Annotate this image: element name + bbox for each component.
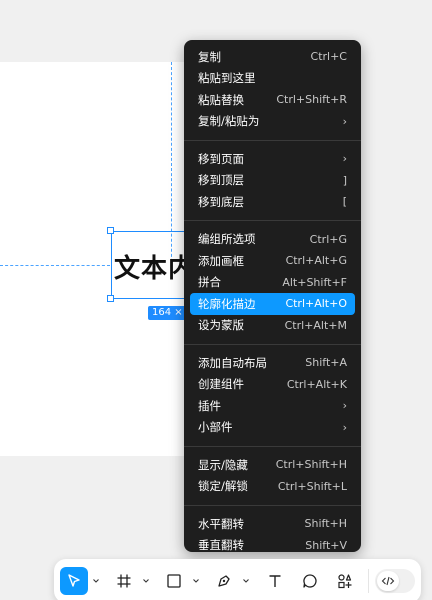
code-icon [377,571,399,591]
menu-item-shortcut: Alt+Shift+F [282,275,347,289]
menu-item-shortcut: Shift+V [305,538,347,552]
bottom-toolbar [54,559,421,600]
menu-item-shortcut: Ctrl+C [310,50,347,64]
text-tool-button[interactable] [261,567,289,595]
menu-item-shortcut: Shift+H [304,517,348,531]
shape-tool-button[interactable] [160,567,188,595]
menu-item-label: 垂直翻转 [198,538,244,553]
menu-item[interactable]: 小部件 › [190,417,355,439]
menu-item-label: 拼合 [198,275,221,290]
menu-item-shortcut: Ctrl+Alt+O [285,297,347,311]
frame-tool-button[interactable] [110,567,138,595]
menu-item[interactable]: 粘贴到这里 [190,68,355,90]
menu-item[interactable]: 移到底层 [ [190,191,355,213]
dev-mode-toggle[interactable] [375,569,415,593]
selected-text-layer[interactable]: 文本内容 [111,231,191,299]
menu-separator [184,445,361,447]
menu-item-label: 添加画框 [198,253,244,268]
actions-icon [338,574,352,589]
menu-item[interactable]: 添加画框 Ctrl+Alt+G [190,250,355,272]
menu-item-shortcut: › [342,114,347,128]
menu-item-shortcut: › [342,399,347,413]
menu-item[interactable]: 水平翻转 Shift+H [190,513,355,535]
menu-item[interactable]: 编组所选项 Ctrl+G [190,229,355,251]
menu-item-label: 创建组件 [198,377,244,392]
menu-item[interactable]: 锁定/解锁 Ctrl+Shift+L [190,476,355,498]
menu-item[interactable]: 轮廓化描边 Ctrl+Alt+O [190,293,355,315]
chevron-down-icon[interactable] [92,577,100,585]
menu-item-shortcut: Ctrl+G [309,232,347,246]
menu-separator [184,139,361,141]
menu-item[interactable]: 移到页面 › [190,148,355,170]
menu-item-shortcut: Ctrl+Shift+L [277,479,347,493]
menu-item-label: 锁定/解锁 [198,479,248,494]
menu-item-label: 粘贴到这里 [198,71,256,86]
menu-item[interactable]: 插件 › [190,395,355,417]
resize-handle-bottom-left[interactable] [107,295,114,302]
menu-item-shortcut: › [342,152,347,166]
menu-item-label: 粘贴替换 [198,92,244,107]
resize-handle-top-left[interactable] [107,227,114,234]
menu-item-shortcut: ] [342,173,347,187]
menu-separator [184,220,361,221]
pen-icon [218,575,230,587]
rectangle-icon [167,574,181,588]
menu-item-label: 设为蒙版 [198,318,244,333]
comment-icon [303,574,317,588]
menu-item[interactable]: 移到顶层] [190,170,355,192]
menu-item-shortcut: Ctrl+Alt+K [286,377,347,391]
menu-item-shortcut: Ctrl+Shift+R [276,93,347,107]
menu-item-label: 添加自动布局 [198,355,267,370]
menu-item[interactable]: 创建组件 Ctrl+Alt+K [190,374,355,396]
menu-item-shortcut: Ctrl+Alt+M [284,318,347,332]
text-icon [269,575,281,587]
menu-item[interactable]: 垂直翻转 Shift+V [190,535,355,557]
cursor-icon [68,574,80,587]
menu-item[interactable]: 添加自动布局 Shift+A [190,352,355,374]
menu-item-label: 移到底层 [198,194,244,209]
horizontal-guide [0,265,110,266]
menu-item-label: 插件 [198,398,221,413]
menu-item-label: 移到页面 [198,151,244,166]
menu-item-shortcut: Ctrl+Shift+H [275,458,347,472]
chevron-down-icon[interactable] [192,577,200,585]
toolbar-divider [368,569,369,593]
menu-separator [184,343,361,345]
text-layer-content: 文本内容 [114,254,188,284]
menu-separator [184,504,361,506]
menu-item-label: 显示/隐藏 [198,457,248,472]
menu-item-label: 小部件 [198,420,233,435]
menu-item-shortcut: › [342,420,347,434]
actions-tool-button[interactable] [331,567,359,595]
menu-item-label: 移到顶层 [198,173,244,188]
menu-item[interactable]: 拼合 Alt+Shift+F [190,272,355,294]
menu-item[interactable]: 复制/粘贴为 › [190,111,355,133]
menu-item-label: 水平翻转 [198,516,244,531]
chevron-down-icon[interactable] [142,577,150,585]
menu-item-shortcut: Shift+A [305,356,347,370]
context-menu: 复制 Ctrl+C 粘贴到这里 粘贴替换 Ctrl+Shift+R 复制/粘贴为 › 移到页面… [184,40,361,552]
pen-tool-button[interactable] [210,567,238,595]
menu-item-label: 复制 [198,49,221,64]
menu-item-label: 轮廓化描边 [198,296,256,311]
menu-item[interactable]: 设为蒙版 Ctrl+Alt+M [190,315,355,337]
menu-item-label: 编组所选项 [198,232,256,247]
comment-tool-button[interactable] [296,567,324,595]
menu-item[interactable]: 显示/隐藏 Ctrl+Shift+H [190,454,355,476]
menu-item[interactable]: 复制 Ctrl+C [190,46,355,68]
chevron-down-icon[interactable] [242,577,250,585]
menu-item-shortcut: [ [342,195,347,209]
frame-icon [117,574,131,588]
menu-item[interactable]: 粘贴替换 Ctrl+Shift+R [190,89,355,111]
move-tool-button[interactable] [60,567,88,595]
menu-item-shortcut: Ctrl+Alt+G [285,254,347,268]
menu-item-label: 复制/粘贴为 [198,114,260,129]
